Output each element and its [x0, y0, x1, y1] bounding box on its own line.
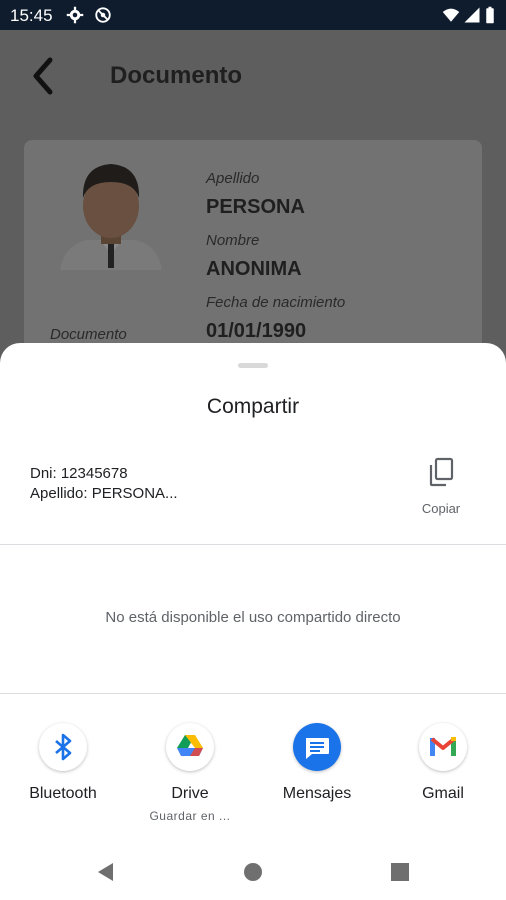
drag-handle[interactable] [238, 363, 268, 368]
divider [0, 544, 506, 545]
copy-label: Copiar [421, 501, 461, 516]
field-value-fecha: 01/01/1990 [206, 320, 307, 342]
drive-icon [166, 723, 214, 771]
no-direct-share-message: No está disponible el uso compartido dir… [105, 609, 401, 626]
share-target-sublabel: Guardar en ... [149, 809, 231, 823]
status-time: 15:45 [10, 6, 53, 25]
app-bar: Documento [0, 30, 506, 122]
preview-text-line-1: Dni: 12345678 [30, 465, 128, 482]
home-circle-icon[interactable] [241, 860, 265, 884]
bluetooth-icon [39, 723, 87, 771]
copy-icon [429, 457, 454, 487]
share-sheet-title: Compartir [206, 395, 300, 418]
share-target-label: Drive [171, 785, 209, 802]
field-label-apellido: Apellido [206, 170, 260, 187]
recents-square-icon[interactable] [388, 860, 412, 884]
back-arrow-icon[interactable] [26, 52, 60, 100]
field-value-apellido: PERSONA [206, 196, 305, 218]
share-target-label: Gmail [422, 785, 464, 802]
person-avatar [60, 164, 162, 270]
share-target-bluetooth[interactable]: Bluetooth [8, 723, 118, 823]
share-target-label: Bluetooth [29, 785, 97, 802]
field-label-fecha: Fecha de nacimiento [206, 294, 346, 311]
signal-icon [464, 7, 480, 23]
share-target-drive[interactable]: Drive Guardar en ... [135, 723, 245, 823]
no-disturb-icon [95, 7, 111, 23]
share-target-label: Mensajes [282, 785, 352, 802]
field-label-nombre: Nombre [206, 232, 260, 249]
back-triangle-icon[interactable] [94, 860, 118, 884]
gear-icon [66, 6, 84, 24]
page-title: Documento [110, 62, 242, 89]
share-target-gmail[interactable]: Gmail [388, 723, 498, 823]
share-sheet: Compartir Dni: 12345678 Apellido: PERSON… [0, 343, 506, 900]
status-bar: 15:45 [0, 0, 506, 30]
battery-icon [486, 6, 494, 24]
divider [0, 693, 506, 694]
wifi-icon [442, 8, 460, 22]
system-nav-bar [0, 846, 506, 900]
document-card: Documento Apellido PERSONA Nombre ANONIM… [24, 140, 482, 370]
copy-button[interactable]: Copiar [406, 453, 476, 525]
gmail-icon [419, 723, 467, 771]
photo-caption: Documento [50, 326, 127, 343]
field-value-nombre: ANONIMA [206, 258, 302, 280]
messages-icon [293, 723, 341, 771]
share-target-messages[interactable]: Mensajes [262, 723, 372, 823]
preview-text-line-2: Apellido: PERSONA... [30, 485, 178, 502]
